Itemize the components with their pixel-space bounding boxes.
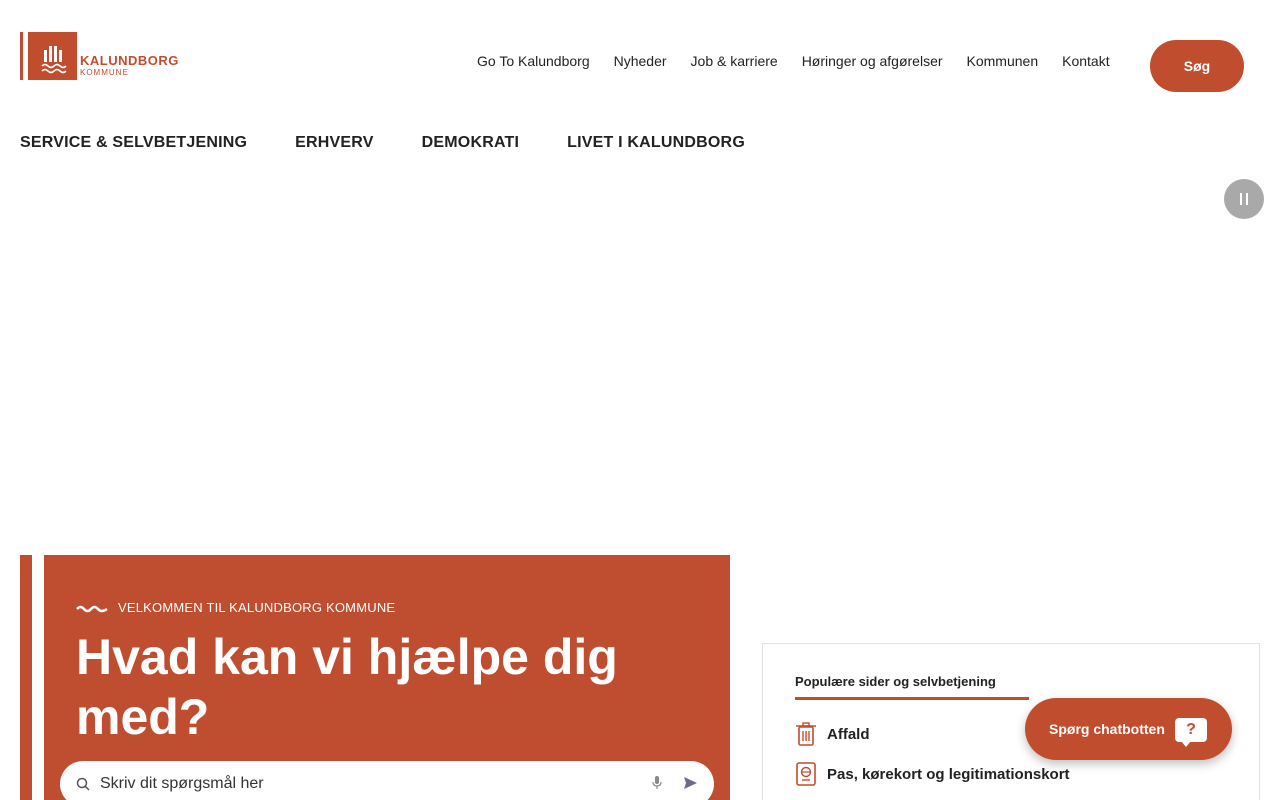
- hero-accent-bar: [20, 555, 32, 800]
- popular-item-pas[interactable]: Pas, kørekort og legitimationskort: [795, 762, 1070, 786]
- topnav-horinger[interactable]: Høringer og afgørelser: [802, 53, 943, 69]
- popular-item-label: Pas, kørekort og legitimationskort: [827, 765, 1070, 783]
- logo-sub: KOMMUNE: [80, 68, 129, 77]
- topnav-kommunen[interactable]: Kommunen: [967, 53, 1039, 69]
- popular-title: Populære sider og selvbetjening: [795, 674, 1029, 700]
- hero-search-bar: [60, 761, 714, 800]
- popular-item-affald[interactable]: Affald: [795, 722, 870, 746]
- mic-icon[interactable]: [652, 776, 662, 790]
- mainnav-service[interactable]: SERVICE & SELVBETJENING: [20, 134, 247, 152]
- hero-kicker: VELKOMMEN TIL KALUNDBORG KOMMUNE: [76, 600, 395, 615]
- popular-item-label: Affald: [827, 725, 870, 743]
- logo-accent-bar: [20, 32, 23, 80]
- logo-name: KALUNDBORG: [80, 53, 179, 68]
- trash-icon: [796, 722, 816, 746]
- search-icon: [76, 777, 90, 791]
- hero-kicker-text: VELKOMMEN TIL KALUNDBORG KOMMUNE: [118, 600, 396, 615]
- topnav-go-to-kalundborg[interactable]: Go To Kalundborg: [477, 53, 590, 69]
- wave-icon: [76, 605, 108, 612]
- mainnav-livet[interactable]: LIVET I KALUNDBORG: [567, 134, 745, 152]
- chat-question-icon: ?: [1175, 718, 1207, 747]
- passport-icon: [796, 762, 816, 786]
- topnav-job-karriere[interactable]: Job & karriere: [691, 53, 778, 69]
- mainnav-demokrati[interactable]: DEMOKRATI: [422, 134, 520, 152]
- search-button[interactable]: Søg: [1150, 40, 1244, 92]
- logo-emblem: [28, 32, 77, 80]
- send-icon[interactable]: [684, 777, 697, 789]
- hero-title: Hvad kan vi hjælpe dig med?: [76, 629, 618, 745]
- topnav-kontakt[interactable]: Kontakt: [1062, 53, 1109, 69]
- topnav-nyheder[interactable]: Nyheder: [614, 53, 667, 69]
- pause-icon: [1240, 193, 1242, 205]
- question-input[interactable]: [100, 775, 620, 793]
- chatbot-label: Spørg chatbotten: [1049, 721, 1165, 737]
- top-navigation: Go To Kalundborg Nyheder Job & karriere …: [477, 53, 1110, 69]
- pause-button[interactable]: [1224, 179, 1264, 219]
- main-navigation: SERVICE & SELVBETJENING ERHVERV DEMOKRAT…: [20, 134, 745, 152]
- site-logo[interactable]: KALUNDBORG KOMMUNE: [20, 32, 178, 80]
- mainnav-erhverv[interactable]: ERHVERV: [295, 134, 373, 152]
- chatbot-button[interactable]: Spørg chatbotten ?: [1025, 698, 1232, 760]
